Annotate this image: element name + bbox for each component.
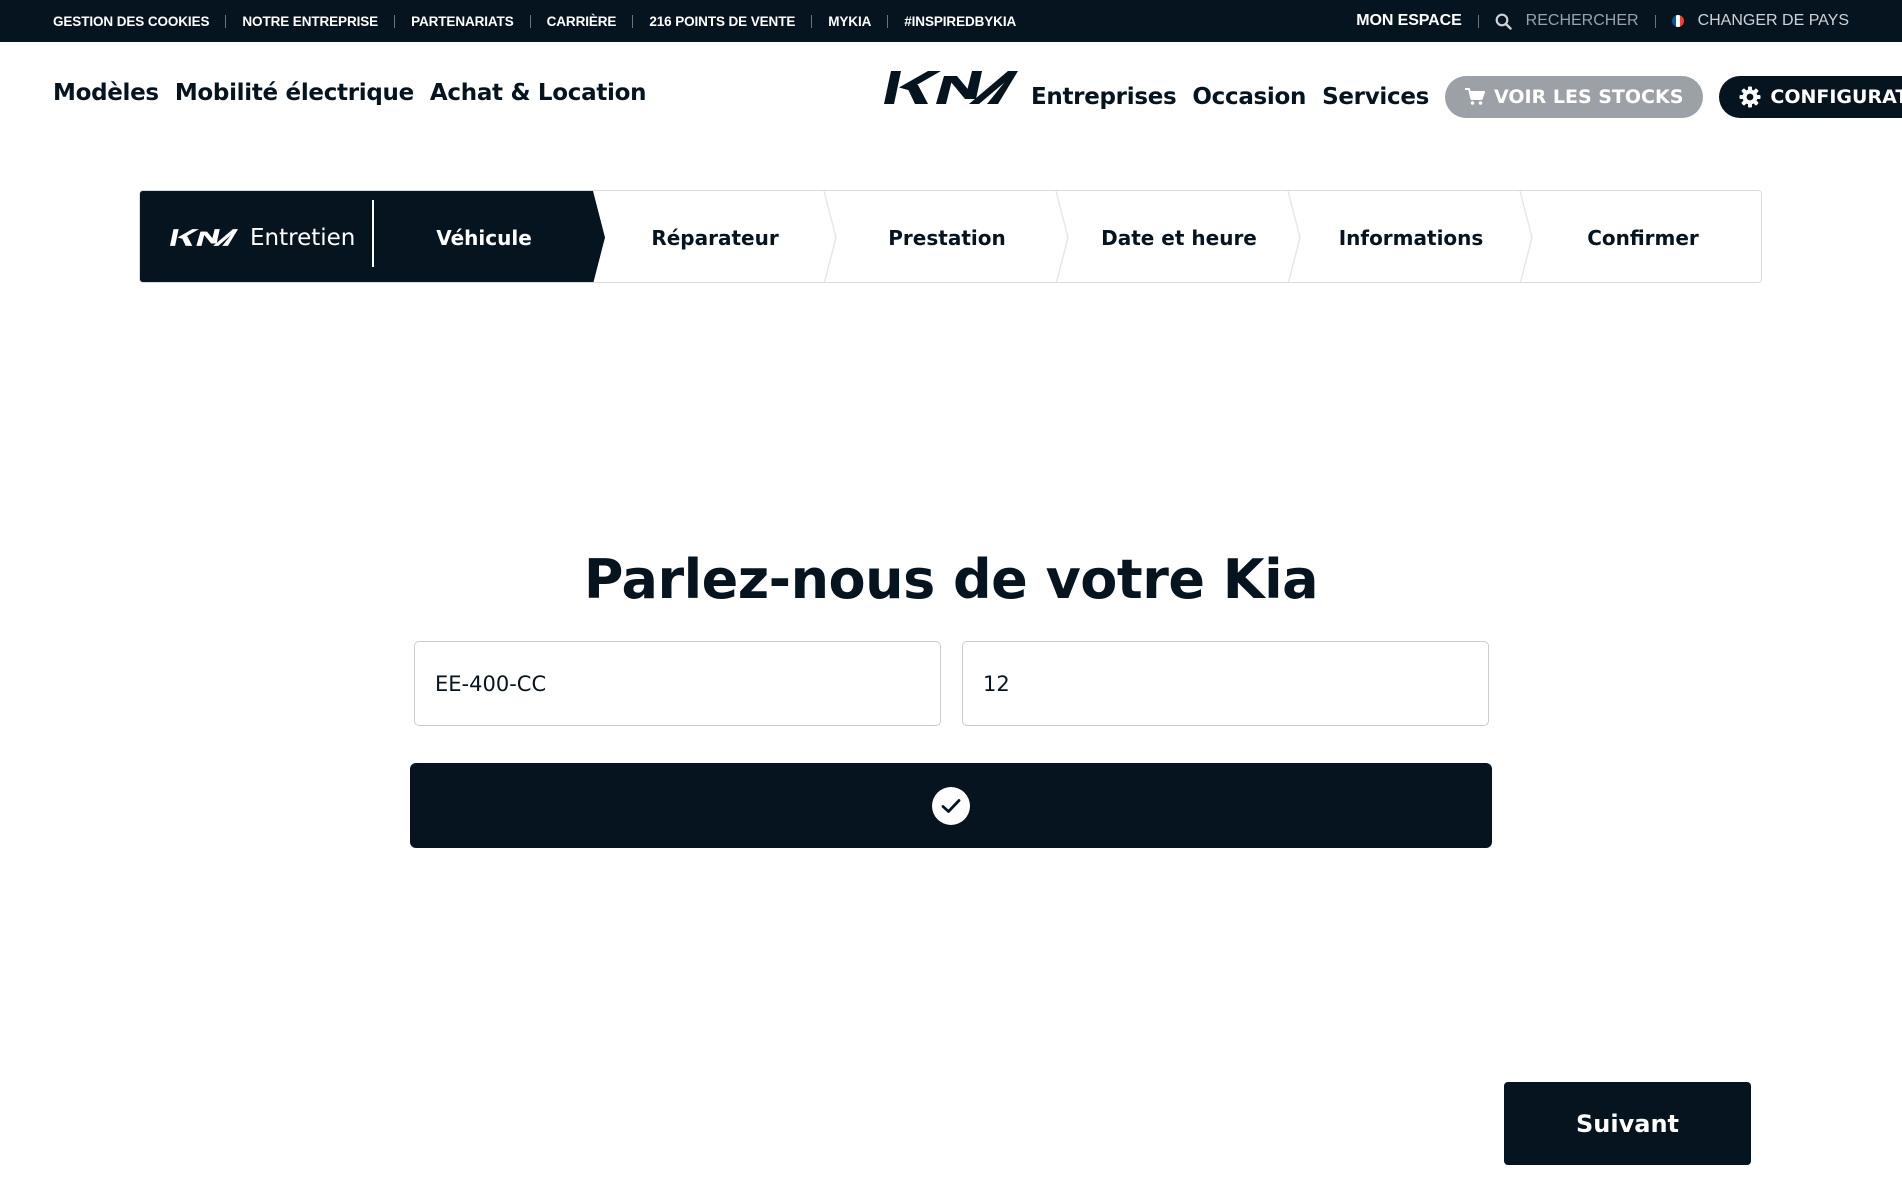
next-button[interactable]: Suivant	[1504, 1082, 1751, 1165]
search-icon	[1495, 13, 1512, 30]
flag-stripe-red	[1679, 15, 1684, 27]
my-account-link[interactable]: MON ESPACE	[1356, 12, 1461, 30]
separator	[529, 14, 531, 28]
step-vehicle[interactable]: Véhicule	[374, 191, 594, 282]
utility-bar: GESTION DES COOKIES NOTRE ENTREPRISE PAR…	[0, 0, 1902, 42]
see-stock-label: VOIR LES STOCKS	[1494, 86, 1684, 108]
step-confirm[interactable]: Confirmer	[1533, 191, 1753, 282]
nav-purchase-lease[interactable]: Achat & Location	[430, 80, 647, 106]
company-link[interactable]: NOTRE ENTREPRISE	[242, 14, 378, 29]
step-information[interactable]: Informations	[1301, 191, 1521, 282]
step-separator	[823, 191, 837, 282]
mileage-input[interactable]	[962, 641, 1489, 726]
separator	[1477, 14, 1479, 28]
search-button[interactable]: RECHERCHER	[1495, 12, 1639, 30]
cart-icon	[1465, 88, 1486, 105]
step-separator	[1519, 191, 1533, 282]
check-icon	[941, 798, 961, 813]
license-plate-input[interactable]	[414, 641, 941, 726]
change-country-label: CHANGER DE PAYS	[1697, 12, 1849, 29]
gear-icon	[1739, 86, 1761, 108]
kia-logo[interactable]	[884, 71, 1018, 104]
service-label: Entretien	[250, 224, 356, 251]
booking-stepper: Entretien Véhicule Réparateur Prestation…	[139, 190, 1762, 283]
separator	[394, 14, 396, 28]
confirm-vehicle-button[interactable]	[410, 763, 1492, 848]
configurator-button[interactable]: CONFIGURATEUR	[1719, 76, 1902, 118]
kia-logo	[170, 229, 238, 246]
nav-services[interactable]: Services	[1322, 84, 1429, 110]
cookies-link[interactable]: GESTION DES COOKIES	[53, 14, 209, 29]
inspiredbykia-link[interactable]: #INSPIREDBYKIA	[904, 14, 1016, 29]
search-label: RECHERCHER	[1525, 12, 1639, 29]
separator	[225, 14, 227, 28]
nav-electric-mobility[interactable]: Mobilité électrique	[175, 80, 414, 106]
page-title: Parlez-nous de votre Kia	[583, 548, 1319, 611]
separator	[1654, 14, 1656, 28]
nav-used-cars[interactable]: Occasion	[1192, 84, 1306, 110]
check-circle	[932, 786, 970, 825]
partnerships-link[interactable]: PARTENARIATS	[411, 14, 514, 29]
dealers-link[interactable]: 216 POINTS DE VENTE	[649, 14, 795, 29]
step-date-time[interactable]: Date et heure	[1069, 191, 1289, 282]
stepper-brand: Entretien	[140, 191, 373, 282]
nav-business[interactable]: Entreprises	[1031, 84, 1177, 110]
utility-actions: MON ESPACE RECHERCHER CHANGER DE PAYS	[1356, 12, 1849, 30]
step-separator	[1055, 191, 1069, 282]
separator	[887, 14, 889, 28]
careers-link[interactable]: CARRIÈRE	[547, 14, 617, 29]
separator	[632, 14, 634, 28]
step-service[interactable]: Prestation	[837, 191, 1057, 282]
step-repairer[interactable]: Réparateur	[605, 191, 825, 282]
nav-models[interactable]: Modèles	[53, 80, 159, 106]
separator	[811, 14, 813, 28]
see-stock-button[interactable]: VOIR LES STOCKS	[1445, 76, 1704, 118]
primary-nav-left: Modèles Mobilité électrique Achat & Loca…	[53, 80, 646, 106]
configurator-label: CONFIGURATEUR	[1770, 86, 1902, 108]
primary-nav-right: Entreprises Occasion Services VOIR LES S…	[1031, 76, 1902, 118]
step-separator	[1287, 191, 1301, 282]
change-country-button[interactable]: CHANGER DE PAYS	[1671, 12, 1849, 30]
mykia-link[interactable]: MYKIA	[828, 14, 871, 29]
france-flag-icon	[1671, 15, 1684, 27]
utility-links: GESTION DES COOKIES NOTRE ENTREPRISE PAR…	[53, 14, 1016, 29]
main-nav: Modèles Mobilité électrique Achat & Loca…	[0, 42, 1902, 150]
